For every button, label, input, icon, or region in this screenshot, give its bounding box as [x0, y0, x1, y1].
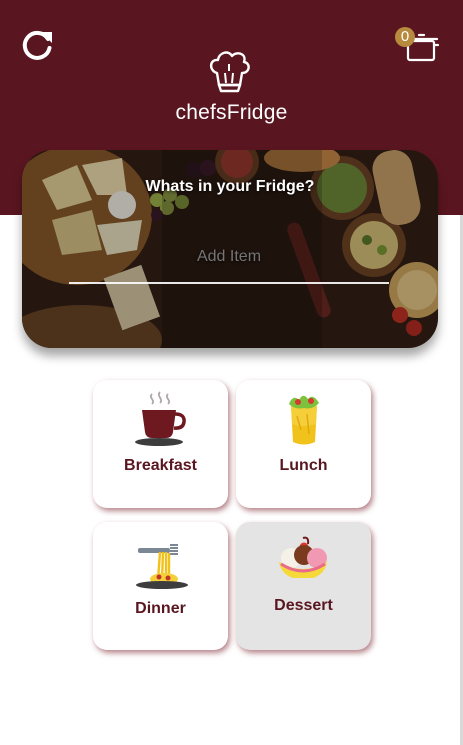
wrap-icon: [289, 395, 319, 445]
fridge-question-heading: Whats in your Fridge?: [145, 178, 315, 195]
chef-hat-icon: [209, 51, 250, 93]
app-title: chefsFridge: [175, 101, 288, 124]
banana-split-icon: [279, 536, 327, 578]
app-screen: 0 chefsFridge Whats in your Fridge? Add …: [0, 0, 463, 745]
fridge-search-card: Whats in your Fridge?: [22, 150, 438, 348]
coffee-cup-icon: [135, 391, 186, 446]
dinner-card[interactable]: Dinner: [93, 522, 228, 650]
lunch-label: Lunch: [279, 457, 328, 474]
add-item-input[interactable]: [69, 238, 389, 284]
lunch-card[interactable]: Lunch: [236, 380, 371, 508]
dessert-card[interactable]: Dessert: [236, 522, 371, 650]
breakfast-label: Breakfast: [124, 457, 197, 474]
cart-count-badge: 0: [395, 27, 415, 47]
refresh-icon[interactable]: [20, 29, 54, 63]
dinner-label: Dinner: [135, 600, 186, 617]
breakfast-card[interactable]: Breakfast: [93, 380, 228, 508]
spaghetti-fork-icon: [136, 544, 188, 589]
dessert-label: Dessert: [274, 597, 333, 614]
